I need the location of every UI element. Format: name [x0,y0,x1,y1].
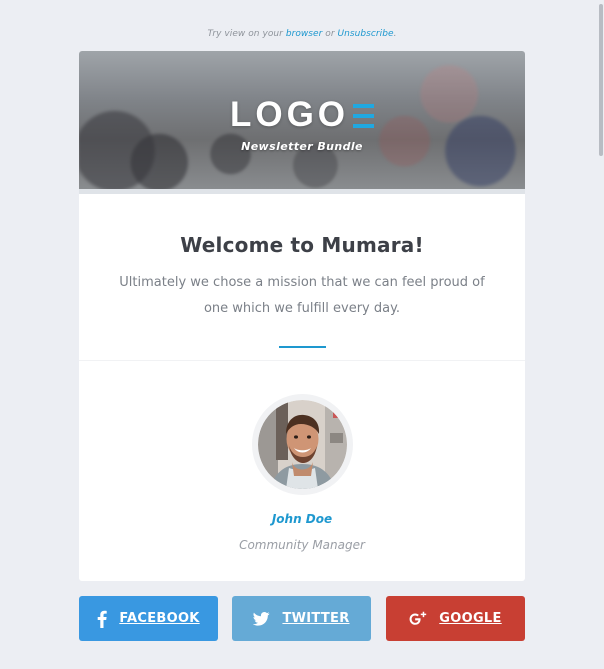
twitter-icon [253,611,271,626]
newsletter-card: LOGO Newsletter Bundle Welcome to Mumara… [79,51,525,581]
google-button[interactable]: GOOGLE [386,596,525,641]
preheader-prefix: Try view on your [207,29,283,39]
facebook-label: FACEBOOK [119,611,200,626]
browser-link[interactable]: browser [286,29,323,39]
logo: LOGO [79,97,525,132]
twitter-button[interactable]: TWITTER [232,596,371,641]
welcome-text: Ultimately we chose a mission that we ca… [119,275,485,316]
accent-divider [278,346,326,348]
welcome-title: Welcome to Mumara! [180,233,424,257]
hero-banner: LOGO Newsletter Bundle [79,51,525,194]
avatar-frame [251,394,353,495]
avatar [257,400,347,489]
person-name: John Doe [271,512,333,526]
stacked-bars-icon [353,104,375,128]
scrollbar-thumb[interactable] [599,4,603,156]
unsubscribe-link[interactable]: Unsubscribe [338,29,394,39]
google-plus-icon [409,611,427,625]
twitter-label: TWITTER [282,611,350,626]
facebook-icon [98,610,108,628]
facebook-button[interactable]: FACEBOOK [79,596,218,641]
vertical-scrollbar[interactable] [598,0,604,669]
logo-text: LOGO [229,95,350,134]
section-divider [79,360,525,361]
logo-subtitle: Newsletter Bundle [241,140,363,153]
preheader-middle: or [325,29,335,39]
person-role: Community Manager [239,538,365,552]
preheader-suffix: . [393,29,397,39]
preheader: Try view on your browser or Unsubscribe. [0,29,604,39]
google-label: GOOGLE [439,611,502,626]
